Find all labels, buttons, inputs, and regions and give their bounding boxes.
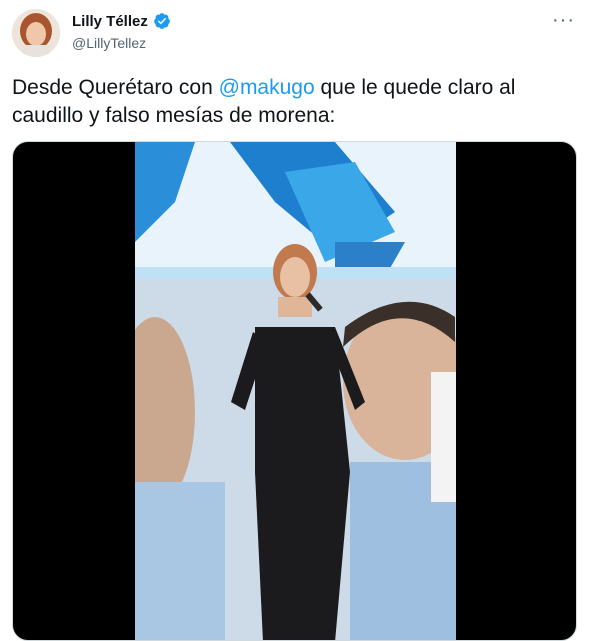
media-container[interactable] [12, 141, 577, 641]
avatar-image [12, 9, 60, 57]
author-name[interactable]: Lilly Téllez [72, 13, 148, 30]
video-frame[interactable] [135, 142, 456, 640]
tweet-text: Desde Querétaro con @makugo que le quede… [12, 74, 572, 130]
avatar[interactable] [12, 9, 60, 57]
verified-badge-icon [153, 13, 170, 29]
tweet-text-part: Desde Querétaro con [12, 76, 219, 99]
video-still [135, 142, 456, 640]
author-handle[interactable]: @LillyTellez [72, 35, 146, 51]
more-horizontal-icon[interactable]: ··· [552, 10, 575, 30]
mention-link[interactable]: @makugo [219, 76, 315, 99]
author-row: Lilly Téllez [72, 12, 171, 30]
